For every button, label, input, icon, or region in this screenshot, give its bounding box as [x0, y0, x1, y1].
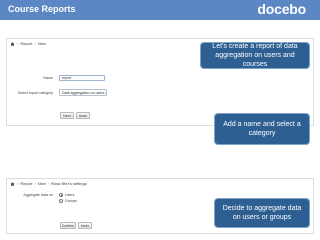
home-icon[interactable]: [10, 181, 15, 186]
home-icon[interactable]: [10, 41, 15, 46]
undo-button-settings[interactable]: Undo: [78, 222, 92, 229]
callout-name-category: Add a name and select a category: [214, 113, 310, 145]
breadcrumb-separator: ›: [34, 181, 36, 186]
callout-create-report: Let's create a report of data aggregatio…: [200, 42, 310, 69]
breadcrumb-separator: ›: [17, 41, 19, 46]
radio-option-groups[interactable]: Groups: [59, 199, 77, 203]
category-select[interactable]: Data aggregation on users and: [59, 89, 107, 96]
breadcrumb-separator: ›: [47, 181, 50, 186]
name-label: Name: [43, 76, 53, 80]
docebo-logo: docebo: [257, 1, 306, 17]
breadcrumb-item-report[interactable]: Report: [20, 41, 32, 46]
radio-groups-label: Groups: [65, 199, 77, 203]
breadcrumb-item-settings: Rosa filter's settings: [51, 181, 87, 186]
aggregate-label: Aggregate data on: [23, 193, 53, 197]
radio-users-label: Users: [65, 193, 75, 197]
breadcrumb: › Report › New: [10, 41, 46, 46]
name-input[interactable]: report: [59, 75, 105, 81]
app-header: Course Reports docebo: [0, 0, 320, 20]
page-title: Course Reports: [8, 4, 76, 14]
radio-users[interactable]: [59, 193, 63, 197]
breadcrumb-separator: ›: [17, 181, 19, 186]
radio-option-users[interactable]: Users: [59, 193, 74, 197]
breadcrumb-item-report[interactable]: Report: [20, 181, 32, 186]
callout-aggregate: Decide to aggregate data on users or gro…: [214, 198, 310, 228]
undo-button[interactable]: Undo: [76, 112, 90, 119]
breadcrumb-item-new[interactable]: New: [38, 41, 46, 46]
confirm-button[interactable]: Confirm: [60, 222, 76, 229]
breadcrumb-separator: ›: [34, 41, 36, 46]
breadcrumb-settings: › Report › New › Rosa filter's settings: [10, 181, 87, 186]
radio-groups[interactable]: [59, 199, 63, 203]
next-button[interactable]: Next: [60, 112, 74, 119]
category-label: Select report category: [17, 91, 53, 95]
breadcrumb-item-new[interactable]: New: [38, 181, 46, 186]
